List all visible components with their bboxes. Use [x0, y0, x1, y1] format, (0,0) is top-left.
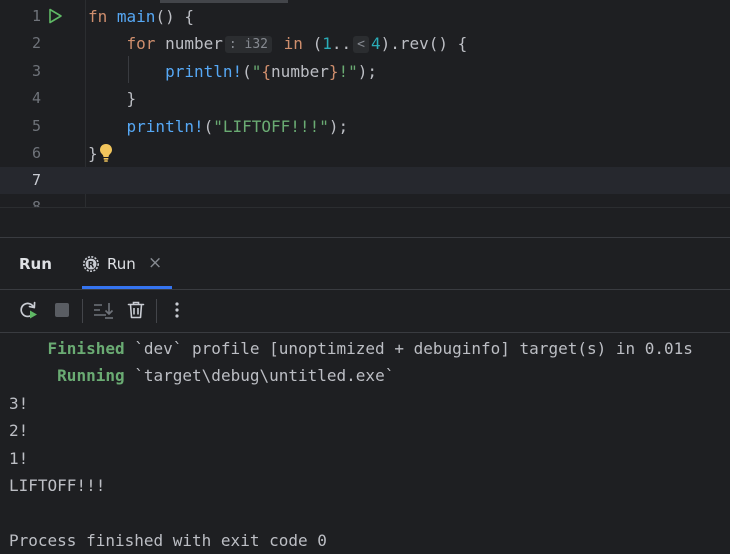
console-line: LIFTOFF!!! [9, 476, 106, 495]
trash-icon[interactable] [125, 299, 147, 321]
console-line: Running `target\debug\untitled.exe` [57, 366, 395, 385]
run-panel-header: Run R Run × [0, 238, 730, 290]
run-gutter-icon[interactable] [47, 8, 63, 24]
divider [0, 332, 730, 333]
panel-title: Run [19, 255, 52, 273]
code-line-4[interactable]: 4 } [0, 85, 730, 112]
console-output[interactable]: Finished `dev` profile [unoptimized + de… [0, 334, 730, 552]
run-tool-window: Run R Run × Finished `dev` profile [unop… [0, 237, 730, 552]
code-line-6[interactable]: 6 } [0, 140, 730, 167]
line-number: 2 [31, 34, 41, 52]
line-number: 5 [31, 117, 41, 135]
console-line: 2! [9, 421, 29, 440]
code-text: println!("LIFTOFF!!!"); [126, 117, 349, 136]
line-number: 6 [31, 144, 41, 162]
code-text: println!("{number}!"); [165, 62, 378, 81]
range-inlay-hint: < [353, 36, 369, 53]
editor-horizontal-area [0, 207, 730, 238]
code-text: for number: i32 in (1.. <4).rev() { [126, 34, 468, 53]
svg-text:R: R [88, 260, 95, 270]
type-inlay-hint: : i32 [224, 36, 273, 53]
run-toolbar [0, 290, 730, 332]
line-number: 3 [31, 62, 41, 80]
rerun-icon[interactable] [17, 299, 39, 321]
tab-run-label: Run [107, 255, 136, 273]
console-line: Finished `dev` profile [unoptimized + de… [47, 339, 693, 358]
toolbar-separator [156, 299, 157, 323]
console-line: Process finished with exit code 0 [9, 531, 327, 550]
line-number: 1 [31, 7, 41, 25]
code-editor[interactable]: 1 fn main() { 2 for number: i32 in (1.. <… [0, 0, 730, 207]
scroll-to-end-icon[interactable] [92, 299, 114, 321]
code-line-2[interactable]: 2 for number: i32 in (1.. <4).rev() { [0, 30, 730, 57]
close-icon[interactable]: × [148, 253, 162, 273]
code-line-3[interactable]: 3 println!("{number}!"); [0, 58, 730, 85]
stop-icon[interactable] [51, 299, 73, 321]
code-line-7[interactable]: 7 [0, 167, 730, 194]
console-line: 1! [9, 449, 29, 468]
code-text: fn main() { [88, 7, 194, 26]
lightbulb-icon[interactable] [99, 143, 113, 163]
code-line-1[interactable]: 1 fn main() { [0, 3, 730, 30]
line-number: 7 [31, 171, 41, 189]
line-number: 4 [31, 89, 41, 107]
rust-icon: R [83, 256, 99, 272]
toolbar-separator [82, 299, 83, 323]
code-line-5[interactable]: 5 println!("LIFTOFF!!!"); [0, 113, 730, 140]
code-text: } [88, 144, 98, 163]
code-text: } [126, 89, 137, 108]
console-line: 3! [9, 394, 29, 413]
more-options-icon[interactable] [166, 299, 188, 321]
